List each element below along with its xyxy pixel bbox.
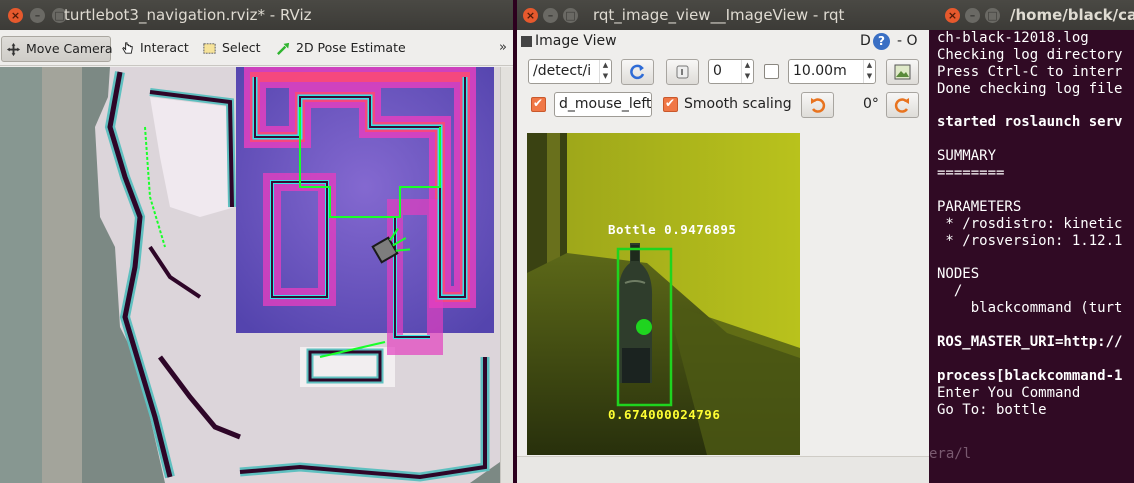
close-icon[interactable]: × [523,8,538,23]
rviz-window-title: turtlebot3_navigation.rviz* - RViz [64,6,312,24]
max-range-value: 10.00m [793,63,847,79]
terminal-line: Enter You Command [937,384,1081,401]
rviz-titlebar[interactable]: × – □ turtlebot3_navigation.rviz* - RViz [0,0,513,30]
minimize-icon[interactable]: – [30,8,45,23]
select-tool[interactable]: Select [198,36,261,62]
chevron-updown-icon: ▲ ▼ [599,60,611,83]
close-icon[interactable]: × [8,8,23,23]
terminal-window-title: /home/black/catki [1010,6,1134,24]
map-3d-view[interactable] [0,67,500,483]
zoom-original-icon [676,65,689,79]
panel-badge[interactable]: D [860,33,871,49]
topic-select-value: /detect/i [533,63,592,79]
terminal-line: blackcommand (turt [937,300,1123,317]
zoom-1-button[interactable] [666,59,699,85]
image-view-panel-header: Image View D ? - O [517,30,929,54]
hand-cursor-icon [122,42,133,54]
mouse-topic-field[interactable]: d_mouse_left [554,92,652,117]
image-view-statusbar [517,456,929,483]
chevron-updown-icon: ▲ ▼ [741,60,753,83]
panel-title: Image View [535,33,617,49]
terminal-line: started roslaunch serv [937,114,1123,131]
mouse-topic-value: d_mouse_left [559,96,652,112]
image-view-titlebar[interactable]: × – □ rqt_image_view__ImageView - rqt [517,0,929,30]
max-range-checkbox[interactable] [764,64,779,79]
detection-label: Bottle 0.9476895 [608,222,737,237]
move-camera-tool[interactable]: Move Camera [1,36,113,62]
image-view-toolbar-row-1: /detect/i ▲ ▼ 0 ▲ ▼ 10.00m ▲ ▼ [517,58,929,88]
occupancy-map[interactable] [0,67,500,483]
terminal-output[interactable]: ch-black-12018.log Checking log directory… [937,30,1134,418]
move-camera-icon [6,42,21,57]
rotate-right-icon [894,98,909,113]
terminal-titlebar[interactable]: × – □ /home/black/catki [929,0,1134,30]
pose-arrow-icon [277,42,290,55]
terminal-line: ROS_MASTER_URI=http:// [937,334,1123,351]
rviz-side-scrollbar[interactable] [500,67,513,483]
terminal-line: * /rosversion: 1.12.1 [937,232,1123,249]
terminal-line: Checking log directory [937,46,1123,63]
terminal-line: SUMMARY [937,148,997,165]
detection-center-point [636,319,652,335]
rotate-right-button[interactable] [886,92,919,118]
terminal-line: Done checking log file [937,80,1123,97]
smooth-scaling-checkbox[interactable] [663,96,678,112]
rotation-angle-label: 0° [863,96,879,112]
image-view-window: × – □ rqt_image_view__ImageView - rqt Im… [517,0,929,483]
detection-distance: 0.674000024796 [608,407,721,422]
panel-grip-icon[interactable] [521,36,532,47]
rviz-toolbar: Move Camera Interact Select 2D Pose Esti… [0,30,513,66]
terminal-window[interactable]: × – □ /home/black/catki ch-black-12018.l… [929,0,1134,483]
smooth-scaling-label: Smooth scaling [684,96,792,112]
terminal-line: / [937,283,963,300]
panel-window-controls[interactable]: - O [897,33,918,49]
camera-image[interactable]: Bottle 0.9476895 0.674000024796 [527,133,800,455]
terminal-line: ch-black-12018.log [937,30,1089,46]
terminal-line: * /rosdistro: kinetic [937,215,1123,232]
maximize-icon[interactable]: □ [985,8,1000,23]
refresh-icon [630,64,645,80]
rotate-left-button[interactable] [801,92,834,118]
terminal-line: Go To: bottle [937,401,1047,418]
image-view-toolbar-row-2: d_mouse_left Smooth scaling 0° [517,90,929,120]
2d-pose-estimate-label: 2D Pose Estimate [296,40,406,55]
rotate-left-icon [811,98,826,113]
terminal-line: Press Ctrl-C to interr [937,63,1123,80]
rviz-window: × – □ turtlebot3_navigation.rviz* - RViz… [0,0,513,483]
minimize-icon[interactable]: – [965,8,980,23]
save-image-button[interactable] [886,59,919,85]
interact-label: Interact [140,40,189,55]
refresh-topics-button[interactable] [621,59,654,85]
rotation-spinbox[interactable]: 0 ▲ ▼ [708,59,754,84]
select-box-icon [203,43,216,54]
select-label: Select [222,40,261,55]
max-range-spinbox[interactable]: 10.00m ▲ ▼ [788,59,876,84]
interact-tool[interactable]: Interact [116,36,189,62]
topic-select[interactable]: /detect/i ▲ ▼ [528,59,612,84]
chevron-updown-icon: ▲ ▼ [863,60,875,83]
terminal-line: process[blackcommand-1 [937,367,1123,384]
terminal-line: ======== [937,165,1005,182]
background-window-peek: era/l [929,446,972,462]
terminal-line: PARAMETERS [937,198,1022,215]
2d-pose-estimate-tool[interactable]: 2D Pose Estimate [272,36,406,62]
image-view-window-title: rqt_image_view__ImageView - rqt [593,6,845,24]
rotation-spinbox-value: 0 [713,63,722,79]
minimize-icon[interactable]: – [543,8,558,23]
move-camera-label: Move Camera [26,41,113,56]
mouse-publish-checkbox[interactable] [531,96,546,112]
close-icon[interactable]: × [945,8,960,23]
terminal-line: NODES [937,266,980,283]
maximize-icon[interactable]: □ [563,8,578,23]
toolbar-overflow-button[interactable]: » [499,40,507,55]
save-image-icon [894,64,911,80]
help-icon[interactable]: ? [873,33,890,50]
